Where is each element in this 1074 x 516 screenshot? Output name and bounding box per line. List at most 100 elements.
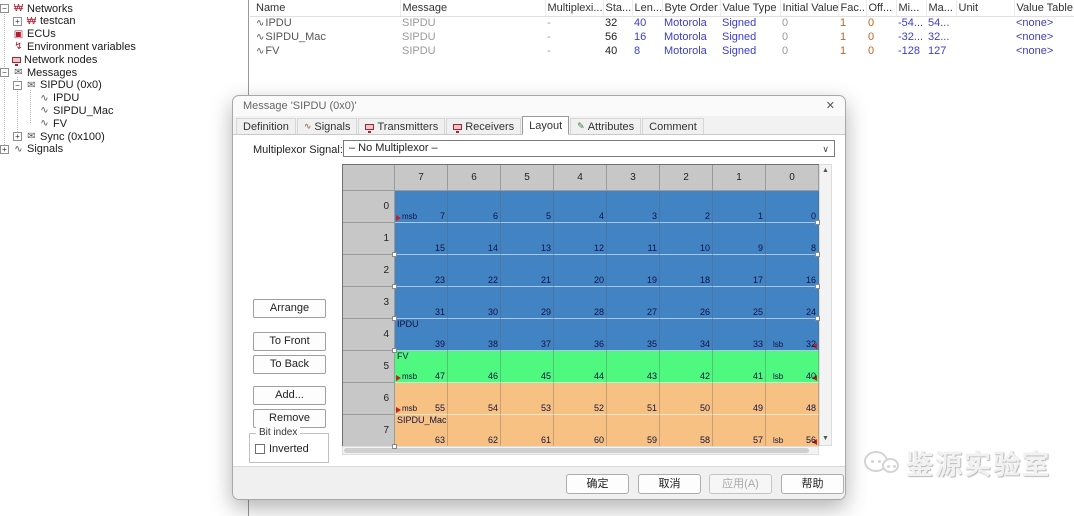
tab-receivers[interactable]: Receivers xyxy=(446,118,521,134)
tree-item-networks[interactable]: −₩Networks xyxy=(0,2,73,15)
to-back-button[interactable]: To Back xyxy=(253,355,326,374)
selection-handle[interactable] xyxy=(815,316,820,321)
column-header-message[interactable]: Message xyxy=(400,0,545,16)
bit-cell-3[interactable]: 3 xyxy=(607,191,660,223)
bit-cell-11[interactable]: 11 xyxy=(607,223,660,255)
selection-handle[interactable] xyxy=(815,252,820,257)
tab-definition[interactable]: Definition xyxy=(236,118,296,134)
scroll-down-icon[interactable]: ▼ xyxy=(820,433,831,445)
add--button[interactable]: Add... xyxy=(253,386,326,405)
tree-item-sync-0x100-[interactable]: +✉Sync (0x100) xyxy=(13,130,105,143)
bit-cell-14[interactable]: 14 xyxy=(448,223,501,255)
bit-cell-53[interactable]: 53 xyxy=(501,383,554,415)
bit-cell-22[interactable]: 22 xyxy=(448,255,501,287)
close-icon[interactable]: ✕ xyxy=(826,99,835,112)
expand-icon[interactable]: + xyxy=(0,145,9,154)
bit-cell-56[interactable]: lsb56 xyxy=(766,415,819,447)
bit-cell-42[interactable]: 42 xyxy=(660,351,713,383)
inverted-checkbox[interactable] xyxy=(255,444,265,454)
cell-name[interactable]: ∿FV xyxy=(250,44,400,58)
bit-cell-13[interactable]: 13 xyxy=(501,223,554,255)
dialog-titlebar[interactable]: Message 'SIPDU (0x0)' ✕ xyxy=(233,96,845,116)
bit-cell-31[interactable]: 31 xyxy=(395,287,448,319)
bit-cell-27[interactable]: 27 xyxy=(607,287,660,319)
column-header-fac-[interactable]: Fac... xyxy=(838,0,866,16)
cell-name[interactable]: ∿IPDU xyxy=(250,16,400,30)
bit-cell-35[interactable]: 35 xyxy=(607,319,660,351)
collapse-icon[interactable]: − xyxy=(13,81,22,90)
bit-cell-54[interactable]: 54 xyxy=(448,383,501,415)
bit-cell-21[interactable]: 21 xyxy=(501,255,554,287)
tree-item-ipdu[interactable]: ∿IPDU xyxy=(26,92,79,105)
grid-vertical-scrollbar[interactable]: ▲ ▼ xyxy=(819,164,832,446)
tree-item-messages[interactable]: −✉Messages xyxy=(0,66,77,79)
bit-cell-16[interactable]: 16 xyxy=(766,255,819,287)
signal-row-sipdu_mac[interactable]: ∿SIPDU_MacSIPDU-5616MotorolaSigned010-32… xyxy=(250,30,1074,44)
selection-handle[interactable] xyxy=(392,316,397,321)
bit-cell-7[interactable]: msb7 xyxy=(395,191,448,223)
column-header-sta-[interactable]: Sta... xyxy=(603,0,632,16)
column-header-initial-value[interactable]: Initial Value xyxy=(780,0,838,16)
bit-cell-55[interactable]: msb55 xyxy=(395,383,448,415)
grid-horizontal-scrollbar[interactable] xyxy=(342,446,819,455)
tree-item-testcan[interactable]: +₩testcan xyxy=(13,15,75,28)
column-header-len-[interactable]: Len... xyxy=(632,0,662,16)
multiplexor-select[interactable]: – No Multiplexor – ∨ xyxy=(343,140,835,157)
scrollbar-thumb[interactable] xyxy=(344,448,809,453)
bit-cell-17[interactable]: 17 xyxy=(713,255,766,287)
bit-cell-57[interactable]: 57 xyxy=(713,415,766,447)
tree-item-fv[interactable]: ∿FV xyxy=(26,117,67,130)
bit-cell-51[interactable]: 51 xyxy=(607,383,660,415)
expand-icon[interactable]: + xyxy=(13,17,22,26)
remove-button[interactable]: Remove xyxy=(253,409,326,428)
bit-cell-48[interactable]: 48 xyxy=(766,383,819,415)
bit-cell-12[interactable]: 12 xyxy=(554,223,607,255)
tree-item-ecus[interactable]: ▣ECUs xyxy=(0,28,56,41)
dialog-button-帮助[interactable]: 帮助 xyxy=(781,474,844,494)
bit-cell-52[interactable]: 52 xyxy=(554,383,607,415)
dialog-button-取消[interactable]: 取消 xyxy=(638,474,701,494)
bit-cell-63[interactable]: SIPDU_Mac63 xyxy=(395,415,448,447)
selection-handle[interactable] xyxy=(815,284,820,289)
bit-cell-34[interactable]: 34 xyxy=(660,319,713,351)
bit-cell-24[interactable]: 24 xyxy=(766,287,819,319)
bit-cell-45[interactable]: 45 xyxy=(501,351,554,383)
bit-cell-61[interactable]: 61 xyxy=(501,415,554,447)
tab-comment[interactable]: Comment xyxy=(642,118,704,134)
column-header-off-[interactable]: Off... xyxy=(866,0,896,16)
tab-transmitters[interactable]: Transmitters xyxy=(358,118,445,134)
bit-cell-47[interactable]: FVmsb47 xyxy=(395,351,448,383)
selection-handle[interactable] xyxy=(392,252,397,257)
column-header-mi-[interactable]: Mi... xyxy=(896,0,926,16)
collapse-icon[interactable]: − xyxy=(0,4,9,13)
tree-item-sipdu-mac[interactable]: ∿SIPDU_Mac xyxy=(26,104,114,117)
bit-cell-15[interactable]: 15 xyxy=(395,223,448,255)
bit-cell-23[interactable]: 23 xyxy=(395,255,448,287)
bit-cell-37[interactable]: 37 xyxy=(501,319,554,351)
signal-row-ipdu[interactable]: ∿IPDUSIPDU-3240MotorolaSigned010-54...54… xyxy=(250,16,1074,30)
tree-item-network-nodes[interactable]: Network nodes xyxy=(0,53,97,66)
bit-cell-50[interactable]: 50 xyxy=(660,383,713,415)
to-front-button[interactable]: To Front xyxy=(253,332,326,351)
column-header-byte-order[interactable]: Byte Order xyxy=(662,0,720,16)
bit-cell-18[interactable]: 18 xyxy=(660,255,713,287)
tab-layout[interactable]: Layout xyxy=(522,116,569,135)
bit-cell-26[interactable]: 26 xyxy=(660,287,713,319)
scroll-up-icon[interactable]: ▲ xyxy=(820,165,831,177)
collapse-icon[interactable]: − xyxy=(0,68,9,77)
bit-cell-46[interactable]: 46 xyxy=(448,351,501,383)
tree-item-signals[interactable]: +∿Signals xyxy=(0,143,63,156)
bit-cell-62[interactable]: 62 xyxy=(448,415,501,447)
bit-cell-41[interactable]: 41 xyxy=(713,351,766,383)
dialog-button-确定[interactable]: 确定 xyxy=(566,474,629,494)
column-header-multiplexi-[interactable]: Multiplexi... xyxy=(545,0,603,16)
bit-cell-59[interactable]: 59 xyxy=(607,415,660,447)
bit-cell-2[interactable]: 2 xyxy=(660,191,713,223)
bit-cell-43[interactable]: 43 xyxy=(607,351,660,383)
bit-cell-19[interactable]: 19 xyxy=(607,255,660,287)
column-header-name[interactable]: Name xyxy=(250,0,400,16)
bit-cell-0[interactable]: 0 xyxy=(766,191,819,223)
bit-cell-4[interactable]: 4 xyxy=(554,191,607,223)
bit-cell-38[interactable]: 38 xyxy=(448,319,501,351)
bit-cell-6[interactable]: 6 xyxy=(448,191,501,223)
